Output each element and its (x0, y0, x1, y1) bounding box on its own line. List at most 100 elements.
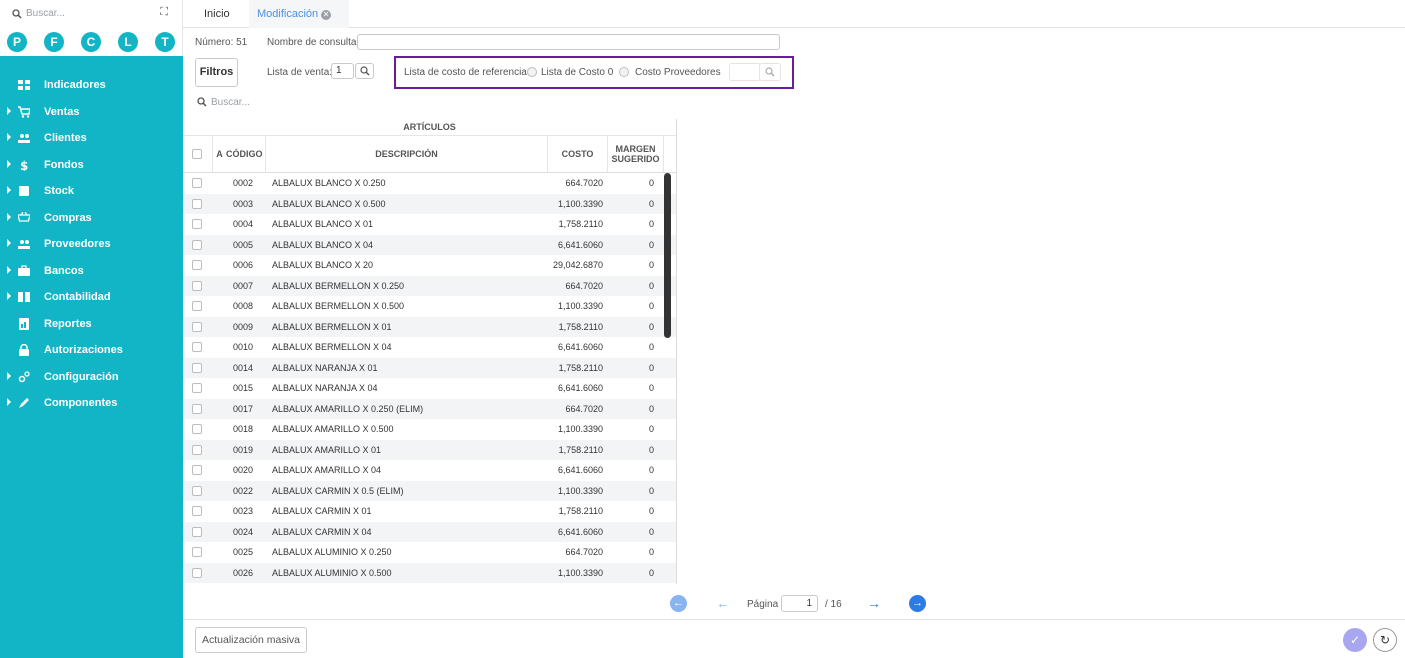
confirm-button[interactable]: ✓ (1343, 628, 1367, 652)
sidebar-item-indicadores[interactable]: Indicadores (0, 72, 183, 99)
first-page-button[interactable]: ← (670, 595, 687, 612)
radio-lista-costo-0[interactable] (527, 67, 537, 77)
cell-codigo: 0018 (233, 424, 254, 434)
prev-page-arrow[interactable]: ← (716, 595, 730, 612)
quick-access-l[interactable]: L (118, 32, 138, 52)
row-checkbox[interactable] (192, 301, 202, 311)
row-checkbox[interactable] (192, 239, 202, 250)
cell-costo: 1,758.2110 (558, 219, 603, 229)
sidebar-item-clientes[interactable]: Clientes (0, 125, 183, 152)
table-row[interactable]: 0008 ALBALUX BERMELLON X 0.500 1,100.3390 0 (183, 296, 676, 317)
row-checkbox[interactable] (192, 321, 202, 332)
row-checkbox[interactable] (192, 547, 202, 557)
sidebar-item-contabilidad[interactable]: Contabilidad (0, 284, 183, 311)
sidebar-search-input[interactable]: Buscar... (26, 8, 65, 19)
header-descripcion[interactable]: DESCRIPCIÓN (266, 136, 548, 173)
table-row[interactable]: 0025 ALBALUX ALUMINIO X 0.250 664.7020 0 (183, 542, 676, 563)
fullscreen-icon[interactable]: ⛶ (160, 6, 168, 19)
table-row[interactable]: 0014 ALBALUX NARANJA X 01 1,758.2110 0 (183, 357, 676, 378)
header-a[interactable]: A (213, 136, 226, 173)
sidebar-search[interactable]: Buscar... ⛶ (0, 0, 183, 28)
header-select-all[interactable] (183, 136, 213, 173)
table-row[interactable]: 0005 ALBALUX BLANCO X 04 6,641.6060 0 (183, 234, 676, 255)
svg-text:$: $ (20, 159, 28, 171)
table-row[interactable]: 0003 ALBALUX BLANCO X 0.500 1,100.3390 0 (183, 193, 676, 214)
row-checkbox[interactable] (192, 383, 202, 393)
refresh-button[interactable]: ↻ (1373, 628, 1397, 652)
table-row[interactable]: 0002 ALBALUX BLANCO X 0.250 664.7020 0 (183, 173, 676, 194)
row-checkbox[interactable] (192, 342, 202, 352)
quick-access-p[interactable]: P (7, 32, 27, 52)
table-scrollbar[interactable] (664, 173, 671, 338)
radio-lista-costo-0-label[interactable]: Lista de Costo 0 (541, 67, 613, 78)
row-checkbox[interactable] (192, 424, 202, 434)
nombre-consulta-input[interactable] (357, 34, 780, 50)
row-checkbox[interactable] (192, 485, 202, 496)
next-page-arrow[interactable]: → (867, 595, 881, 612)
row-checkbox[interactable] (192, 280, 202, 291)
table-search-input[interactable]: Buscar... (211, 97, 250, 108)
row-checkbox[interactable] (192, 403, 202, 414)
row-checkbox[interactable] (192, 506, 202, 516)
sidebar-item-autorizaciones[interactable]: Autorizaciones (0, 337, 183, 364)
actualizacion-masiva-button[interactable]: Actualización masiva (195, 627, 307, 653)
table-row[interactable]: 0020 ALBALUX AMARILLO X 04 6,641.6060 0 (183, 460, 676, 481)
sidebar-item-componentes[interactable]: Componentes (0, 390, 183, 417)
filtros-button[interactable]: Filtros (195, 58, 238, 87)
row-checkbox[interactable] (192, 567, 202, 578)
table-row[interactable]: 0015 ALBALUX NARANJA X 04 6,641.6060 0 (183, 378, 676, 399)
table-row[interactable]: 0007 ALBALUX BERMELLON X 0.250 664.7020 0 (183, 275, 676, 296)
cell-margen: 0 (648, 301, 654, 311)
quick-access-c[interactable]: C (81, 32, 101, 52)
sidebar-item-fondos[interactable]: $ Fondos (0, 152, 183, 179)
header-costo[interactable]: COSTO (548, 136, 608, 173)
quick-access-f[interactable]: F (44, 32, 64, 52)
row-checkbox[interactable] (192, 219, 202, 229)
sidebar-item-reportes[interactable]: Reportes (0, 311, 183, 338)
row-checkbox[interactable] (192, 178, 202, 188)
page-input[interactable]: 1 (781, 595, 818, 612)
radio-costo-proveedores-label[interactable]: Costo Proveedores (635, 67, 721, 78)
radio-costo-proveedores[interactable] (619, 67, 629, 77)
row-checkbox[interactable] (192, 260, 202, 270)
lista-venta-search-button[interactable] (355, 63, 374, 79)
sidebar-item-proveedores[interactable]: Proveedores (0, 231, 183, 258)
row-checkbox[interactable] (192, 526, 202, 537)
sidebar-item-bancos[interactable]: Bancos (0, 258, 183, 285)
table-row[interactable]: 0010 ALBALUX BERMELLON X 04 6,641.6060 0 (183, 337, 676, 358)
header-margen-sugerido[interactable]: MARGEN SUGERIDO (608, 136, 664, 173)
header-codigo[interactable]: CÓDIGO (226, 136, 266, 173)
last-page-button[interactable]: → (909, 595, 926, 612)
table-row[interactable]: 0009 ALBALUX BERMELLON X 01 1,758.2110 0 (183, 316, 676, 337)
row-checkbox[interactable] (192, 444, 202, 455)
sidebar-item-stock[interactable]: Stock (0, 178, 183, 205)
cell-margen: 0 (648, 239, 654, 250)
table-row[interactable]: 0026 ALBALUX ALUMINIO X 0.500 1,100.3390 0 (183, 562, 676, 583)
table-row[interactable]: 0018 ALBALUX AMARILLO X 0.500 1,100.3390 0 (183, 419, 676, 440)
costo-proveedores-input[interactable] (729, 63, 761, 81)
caret-right-icon (7, 265, 11, 274)
quick-access-t[interactable]: T (155, 32, 175, 52)
row-checkbox[interactable] (192, 198, 202, 209)
costo-proveedores-search-button[interactable] (759, 63, 781, 81)
table-row[interactable]: 0006 ALBALUX BLANCO X 20 29,042.6870 0 (183, 255, 676, 276)
table-row[interactable]: 0024 ALBALUX CARMIN X 04 6,641.6060 0 (183, 521, 676, 542)
table-row[interactable]: 0019 ALBALUX AMARILLO X 01 1,758.2110 0 (183, 439, 676, 460)
table-row[interactable]: 0023 ALBALUX CARMIN X 01 1,758.2110 0 (183, 501, 676, 522)
row-checkbox[interactable] (192, 465, 202, 475)
briefcase-icon (18, 264, 30, 276)
row-checkbox[interactable] (192, 362, 202, 373)
tab-modificacion[interactable]: Modificación ✕ (257, 8, 332, 20)
sidebar-item-label: Bancos (44, 264, 84, 277)
table-row[interactable]: 0017 ALBALUX AMARILLO X 0.250 (ELIM) 664.7… (183, 398, 676, 419)
sidebar-item-compras[interactable]: Compras (0, 205, 183, 232)
cell-codigo: 0004 (233, 219, 254, 229)
tab-inicio[interactable]: Inicio (204, 8, 230, 20)
table-row[interactable]: 0004 ALBALUX BLANCO X 01 1,758.2110 0 (183, 214, 676, 235)
close-icon[interactable]: ✕ (321, 10, 332, 20)
select-all-checkbox[interactable] (192, 149, 202, 159)
sidebar-item-ventas[interactable]: Ventas (0, 99, 183, 126)
lista-venta-input[interactable]: 1 (331, 63, 354, 79)
table-row[interactable]: 0022 ALBALUX CARMIN X 0.5 (ELIM) 1,100.339… (183, 480, 676, 501)
sidebar-item-configuracin[interactable]: Configuración (0, 364, 183, 391)
